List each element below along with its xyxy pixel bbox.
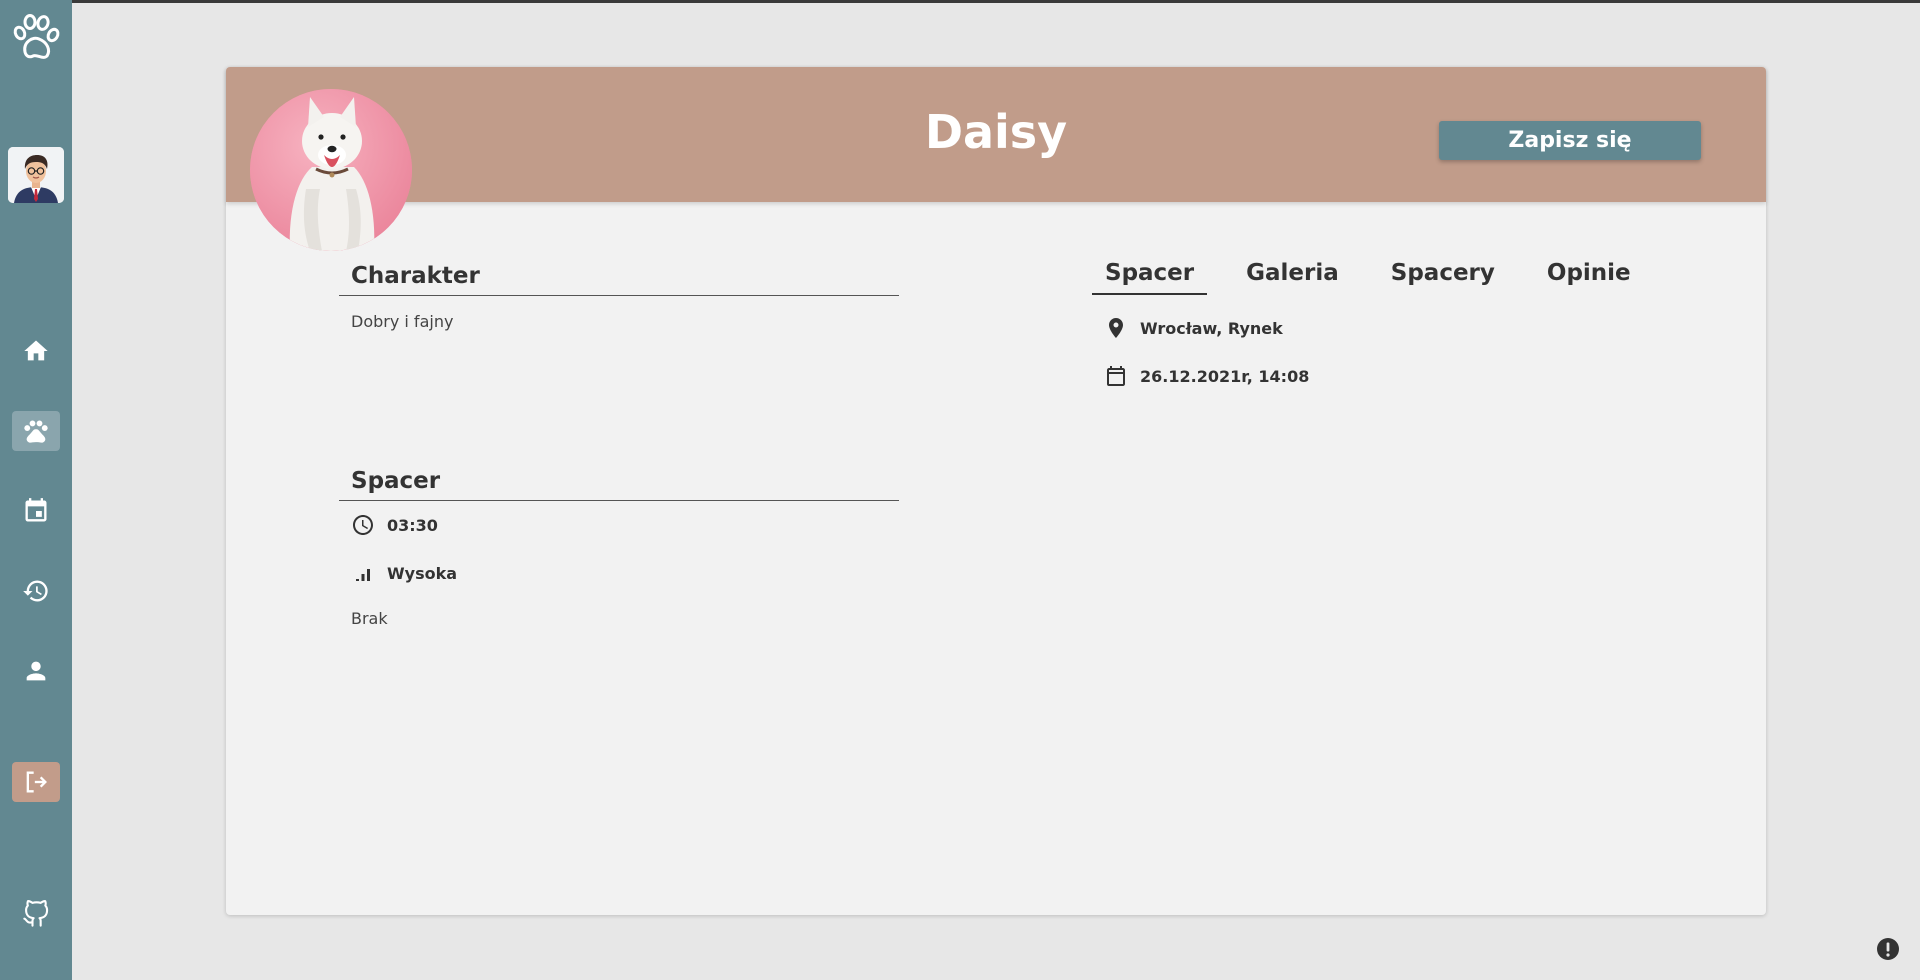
sidebar-item-home[interactable]: [12, 331, 60, 371]
location-pin-icon: [1109, 318, 1123, 338]
tab-galeria[interactable]: Galeria: [1233, 260, 1352, 295]
tab-spacer[interactable]: Spacer: [1092, 260, 1208, 295]
pet-profile-card: Daisy Zapisz się Charakter Dobry i fajny…: [226, 67, 1766, 915]
clock-icon: [353, 515, 373, 535]
character-section: Charakter Dobry i fajny: [339, 263, 899, 331]
sidebar-item-history[interactable]: [12, 571, 60, 611]
character-title: Charakter: [339, 263, 899, 296]
sidebar-item-calendar[interactable]: [12, 491, 60, 531]
alert-icon[interactable]: [1874, 935, 1902, 963]
sidebar-item-profile[interactable]: [12, 651, 60, 691]
sidebar-item-pets[interactable]: [12, 411, 60, 451]
walk-duration-row: 03:30: [339, 513, 899, 537]
walk-duration: 03:30: [387, 515, 438, 535]
home-icon: [24, 340, 48, 361]
github-icon: [23, 900, 49, 927]
window-top-border: [0, 0, 1920, 3]
walk-notes: Brak: [351, 609, 388, 628]
person-icon: [26, 661, 46, 681]
walk-intensity-row: Wysoka: [339, 561, 899, 585]
walk-intensity: Wysoka: [387, 563, 458, 583]
paw-icon: [24, 420, 48, 443]
calendar-outline-icon: [1107, 366, 1125, 386]
tab-opinie[interactable]: Opinie: [1534, 260, 1644, 295]
sidebar: [0, 0, 72, 980]
tab-spacery[interactable]: Spacery: [1378, 260, 1508, 295]
sidebar-item-logout[interactable]: [12, 762, 60, 802]
logout-icon: [26, 771, 47, 793]
history-icon: [23, 580, 48, 602]
walk-section: Spacer 03:30 Wysoka Brak: [339, 468, 899, 628]
dog-photo-illustration-icon: [250, 89, 412, 251]
walk-location-row: Wrocław, Rynek: [1104, 316, 1309, 340]
signal-bars-icon: [356, 569, 370, 581]
walk-title: Spacer: [339, 468, 899, 501]
tab-bar: Spacer Galeria Spacery Opinie: [1092, 260, 1670, 295]
avatar-illustration-icon: [8, 147, 64, 203]
signup-button[interactable]: Zapisz się: [1439, 121, 1701, 160]
character-text: Dobry i fajny: [351, 312, 454, 331]
user-avatar[interactable]: [8, 147, 64, 203]
card-header: Daisy Zapisz się: [226, 67, 1766, 202]
tab-panel-spacer: Wrocław, Rynek 26.12.2021r, 14:08: [1104, 316, 1309, 388]
walk-location: Wrocław, Rynek: [1140, 318, 1283, 338]
paw-logo-icon[interactable]: [11, 12, 61, 62]
sidebar-item-github[interactable]: [12, 894, 60, 934]
walk-datetime: 26.12.2021r, 14:08: [1140, 366, 1310, 386]
pet-photo: [250, 89, 412, 251]
walk-datetime-row: 26.12.2021r, 14:08: [1104, 364, 1309, 388]
calendar-icon: [25, 498, 47, 522]
